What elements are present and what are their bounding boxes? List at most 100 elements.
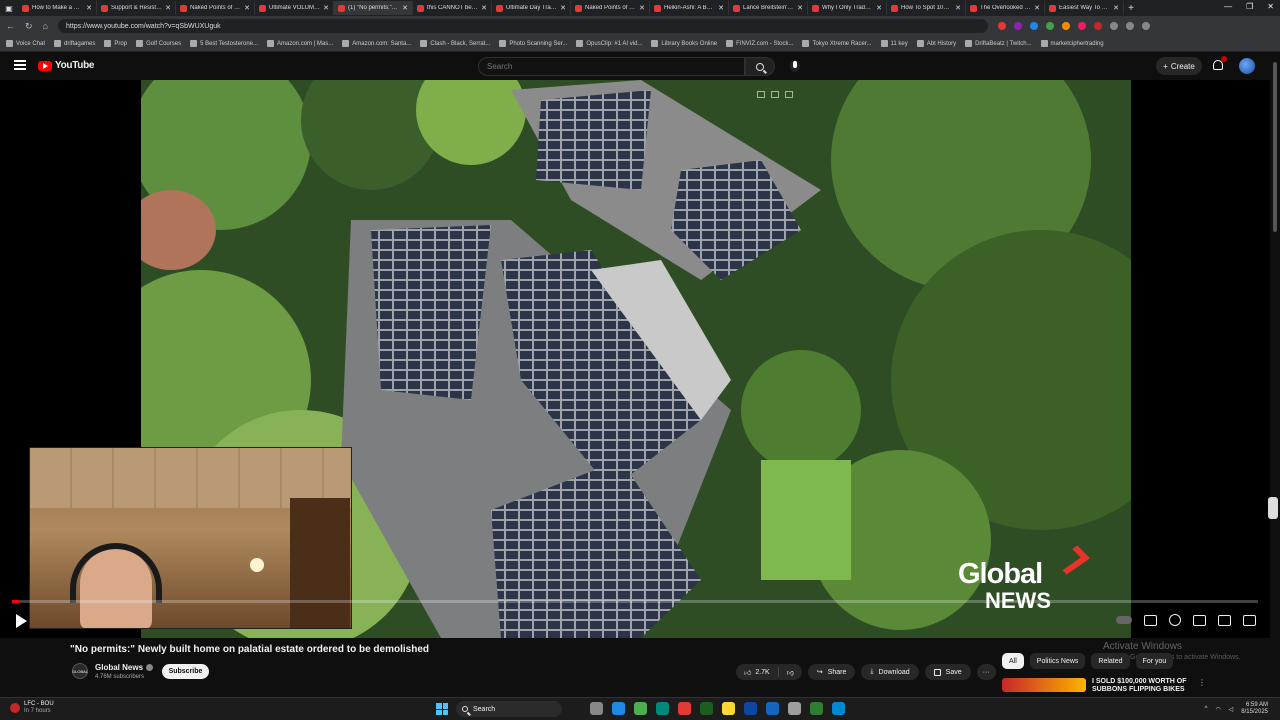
home-icon[interactable]: ⌂ [43,21,48,31]
browser-tab[interactable]: Heikin-Ashi: A Bett... ✕ [650,1,729,15]
like-button[interactable]: 👍︎ 2.7K [736,667,779,677]
browser-tab[interactable]: this CANNOT be re... ✕ [413,1,492,15]
bookmark-item[interactable]: DriftaBeatz | Twitch... [965,40,1032,47]
browser-tab[interactable]: (1) "No permits:"... ✕ [334,1,413,15]
close-tab-icon[interactable]: ✕ [86,4,92,12]
close-tab-icon[interactable]: ✕ [402,4,408,12]
extension-icon[interactable] [1077,22,1086,30]
browser-tab[interactable]: Support & Resista... ✕ [97,1,176,15]
video-player[interactable]: Global NEWS [0,80,1270,638]
bookmark-item[interactable]: Abt History [916,40,956,47]
close-tab-icon[interactable]: ✕ [1113,4,1119,12]
bookmark-item[interactable]: Prop [104,40,127,47]
browser-tab[interactable]: Lance Breitstein's... ✕ [729,1,808,15]
filter-chip[interactable]: For you [1135,653,1174,669]
app-icon[interactable] [678,702,691,715]
theater-mode-icon[interactable] [1218,614,1231,626]
bookmark-item[interactable]: Clash - Black, Serrat... [420,40,490,47]
bookmark-item[interactable]: 5 Best Testosterone... [190,40,258,47]
browser-tab[interactable]: Naked Points of C... ✕ [176,1,255,15]
close-tab-icon[interactable]: ✕ [481,4,487,12]
recommended-thumbnail[interactable] [1002,678,1086,692]
close-tab-icon[interactable]: ✕ [560,4,566,12]
bookmark-item[interactable]: Library Books Online [651,40,717,47]
search-input[interactable] [478,57,746,76]
extension-icon[interactable] [1029,22,1038,30]
browser-tab[interactable]: Naked Points of C... ✕ [571,1,650,15]
close-window-icon[interactable]: ✕ [1267,2,1274,11]
captions-icon[interactable] [1144,614,1157,626]
browser-tab[interactable]: Easiest Way To Sta... ✕ [1045,1,1124,15]
channel-avatar[interactable]: GLOBAL [72,663,88,679]
browser-tab[interactable]: Ultimate Day Tradi... ✕ [492,1,571,15]
channel-name[interactable]: Global News [95,663,154,672]
search-button[interactable] [745,57,775,76]
bookmark-item[interactable]: marketciphertrading [1040,40,1104,47]
subscribe-button[interactable]: Subscribe [162,664,209,679]
share-button[interactable]: ↪ Share [807,664,856,680]
address-bar[interactable]: https://www.youtube.com/watch?v=qSbWUXUg… [57,19,988,33]
filter-chip[interactable]: Related [1091,653,1130,669]
create-button[interactable]: + Create [1156,57,1202,75]
explorer-app-icon[interactable] [722,702,735,715]
new-tab-icon[interactable]: + [1124,3,1138,14]
more-vert-icon[interactable]: ⋮ [1198,678,1206,694]
tab-actions-icon[interactable]: ▣ [0,4,18,13]
volume-icon[interactable]: ◁ [1229,706,1234,713]
taskbar-search[interactable]: Search [456,701,562,717]
maximize-icon[interactable]: ❐ [1246,2,1253,11]
app-icon[interactable] [766,702,779,715]
browser-tab[interactable]: How To Spot 100x... ✕ [887,1,966,15]
download-button[interactable]: ⤓ Download [861,664,919,680]
play-icon[interactable] [16,614,27,628]
fullscreen-icon[interactable] [1243,614,1256,626]
close-tab-icon[interactable]: ✕ [1034,4,1040,12]
menu-icon[interactable] [1141,22,1150,30]
bookmark-item[interactable]: Photo Scanning Ser... [499,40,567,47]
close-tab-icon[interactable]: ✕ [323,4,329,12]
close-tab-icon[interactable]: ✕ [955,4,961,12]
dislike-button[interactable]: 👎︎ [779,668,802,677]
filter-chip[interactable]: Politics News [1029,653,1086,669]
close-tab-icon[interactable]: ✕ [244,4,250,12]
extensions-puzzle-icon[interactable] [1109,22,1118,30]
weather-widget[interactable]: LFC - BOU In 7 hours [10,701,54,715]
recommended-video[interactable]: I SOLD $100,000 WORTH OF SUBBONS FLIPPIN… [1002,678,1206,694]
bookmark-item[interactable]: Amazon.com: Santa... [342,40,411,47]
app-icon[interactable] [744,702,757,715]
miniplayer-icon[interactable] [1193,614,1206,626]
close-tab-icon[interactable]: ✕ [876,4,882,12]
autoplay-toggle[interactable] [1116,616,1132,624]
bookmark-item[interactable]: 11 key [880,40,908,47]
bookmark-item[interactable]: Golf Courses [136,40,181,47]
tray-chevron-icon[interactable]: ^ [1205,706,1208,712]
bookmark-item[interactable]: Amazon.com | Mas... [267,40,333,47]
app-icon[interactable] [810,702,823,715]
recommended-title[interactable]: I SOLD $100,000 WORTH OF SUBBONS FLIPPIN… [1092,678,1192,694]
back-icon[interactable]: ← [6,21,15,31]
wifi-icon[interactable]: ◠ [1215,706,1220,713]
more-actions-button[interactable]: ··· [976,664,996,680]
save-button[interactable]: Save [924,664,971,680]
browser-tab[interactable]: How to Make a TR... ✕ [18,1,97,15]
start-button-icon[interactable] [436,703,448,715]
extension-icon[interactable] [1013,22,1022,30]
hamburger-menu-icon[interactable] [14,60,26,70]
scrollbar-thumb[interactable] [1273,62,1277,232]
bookmark-item[interactable]: Tokyo Xtreme Racer... [802,40,872,47]
progress-bar[interactable] [12,600,1258,603]
browser-tab[interactable]: The Overlooked St... ✕ [966,1,1045,15]
close-tab-icon[interactable]: ✕ [797,4,803,12]
notifications-bell-icon[interactable] [1213,56,1227,70]
bookmark-item[interactable]: Voice Chat [6,40,45,47]
excel-app-icon[interactable] [700,702,713,715]
filter-chip[interactable]: All [1002,653,1024,669]
browser-tab[interactable]: Ultimate VOLUME... ✕ [255,1,334,15]
extension-icon[interactable] [1045,22,1054,30]
side-panel-icon[interactable] [1268,497,1278,519]
page-scrollbar[interactable] [1270,52,1280,697]
task-view-icon[interactable] [590,702,603,715]
bookmark-item[interactable]: OpusClip: #1 AI vid... [576,40,642,47]
edge-app-icon[interactable] [656,702,669,715]
close-tab-icon[interactable]: ✕ [165,4,171,12]
